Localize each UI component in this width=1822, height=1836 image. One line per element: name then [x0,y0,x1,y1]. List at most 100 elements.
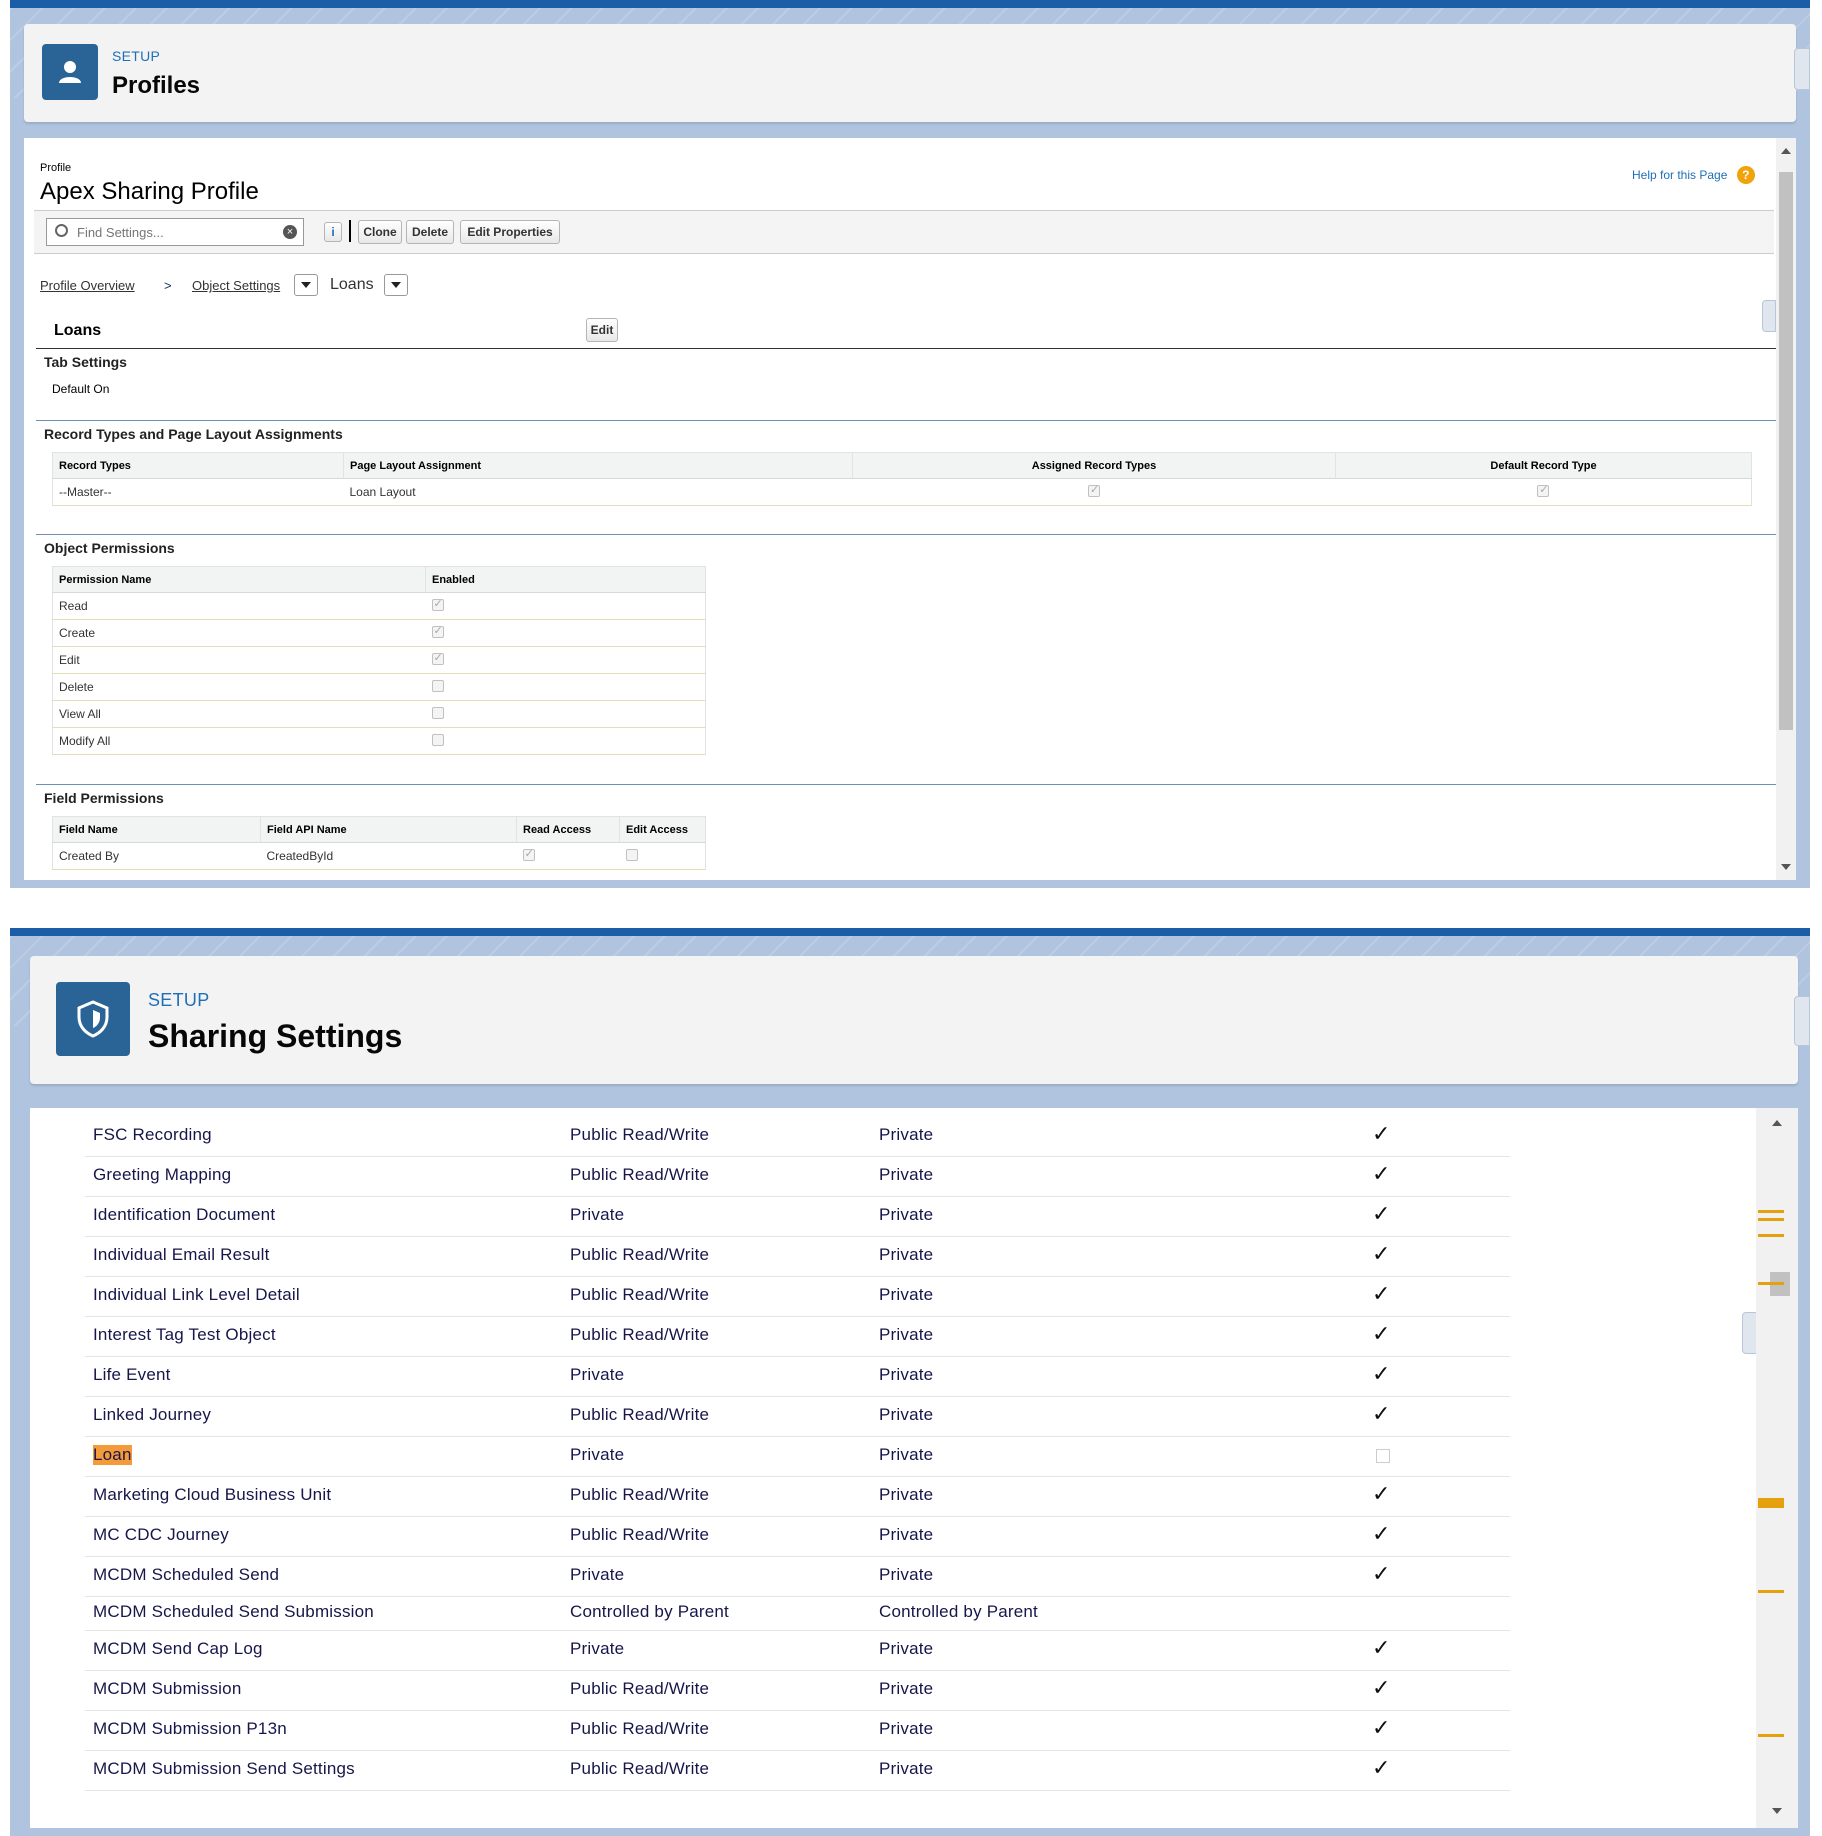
scroll-down-arrow[interactable] [1781,864,1791,870]
object-name[interactable]: FSC Recording [93,1125,212,1145]
loans-dropdown[interactable] [384,274,408,296]
checkmark-icon: ✓ [1372,1675,1391,1700]
search-box[interactable]: × [46,218,304,246]
table-row: --Master-- Loan Layout [52,478,1752,506]
enabled-cell [425,700,706,728]
default-external-access: Controlled by Parent [879,1602,1038,1621]
object-name[interactable]: Life Event [93,1365,171,1385]
table-row: MCDM Send Cap Log Private Private ✓ [85,1630,1510,1671]
default-internal-access: Public Read/Write [570,1719,710,1738]
object-name[interactable]: MC CDC Journey [93,1525,229,1545]
checkmark-icon: ✓ [1372,1755,1391,1780]
object-name[interactable]: MCDM Submission [93,1679,241,1699]
enabled-cell [425,619,706,647]
side-panel-tab[interactable] [1794,48,1810,90]
table-row: View All [52,700,706,728]
assigned-checkbox [1088,483,1100,497]
default-external-access: Private [879,1445,934,1464]
user-icon [42,44,98,100]
scroll-up-arrow[interactable] [1772,1120,1782,1126]
object-name[interactable]: MCDM Send Cap Log [93,1639,263,1659]
default-cell [1335,478,1752,506]
permission-name: Read [52,592,426,620]
page-title: Profiles [112,72,201,99]
table-row: MC CDC Journey Public Read/Write Private ✓ [85,1516,1510,1557]
default-internal-access: Public Read/Write [570,1165,710,1184]
object-name[interactable]: Linked Journey [93,1405,211,1425]
clear-icon[interactable]: × [283,225,297,239]
object-name[interactable]: Greeting Mapping [93,1165,231,1185]
object-settings-dropdown[interactable] [294,274,318,296]
delete-button[interactable]: Delete [406,220,454,244]
help-link[interactable]: Help for this Page ? [1632,166,1755,184]
permission-name: Create [52,619,426,647]
help-link-label[interactable]: Help for this Page [1632,168,1727,182]
search-match-marker [1758,1590,1784,1593]
default-internal-access: Private [570,1639,625,1658]
default-external-access: Private [879,1125,934,1144]
default-external-access: Private [879,1405,934,1424]
checkmark-icon: ✓ [1372,1715,1391,1740]
scroll-up-arrow[interactable] [1781,148,1791,154]
object-name[interactable]: Marketing Cloud Business Unit [93,1485,331,1505]
search-match-marker [1758,1218,1784,1221]
checkmark-icon: ✓ [1372,1361,1391,1386]
col-page-layout: Page Layout Assignment [343,452,853,479]
edit-button[interactable]: Edit [586,318,618,342]
table-row: MCDM Submission P13n Public Read/Write Pri… [85,1710,1510,1751]
profile-name: Apex Sharing Profile [40,178,259,205]
object-name[interactable]: Individual Email Result [93,1245,270,1265]
default-external-access: Private [879,1165,934,1184]
info-button[interactable]: i [324,222,342,242]
object-name[interactable]: MCDM Submission P13n [93,1719,287,1739]
side-panel-tab[interactable] [1794,996,1810,1046]
col-read-access: Read Access [516,816,620,843]
field-api-name: CreatedById [260,842,517,870]
object-name[interactable]: Individual Link Level Detail [93,1285,300,1305]
toolbar-divider [349,220,351,242]
clone-button[interactable]: Clone [358,220,402,244]
object-name[interactable]: MCDM Scheduled Send [93,1565,279,1585]
default-external-access: Private [879,1639,934,1658]
divider [36,348,1776,349]
scroll-thumb[interactable] [1779,172,1793,730]
col-default: Default Record Type [1335,452,1752,479]
search-match-marker [1758,1210,1784,1213]
checkmark-icon: ✓ [1372,1121,1391,1146]
page-title: Sharing Settings [148,1018,403,1054]
table-header: Permission Name Enabled [52,566,706,593]
object-name[interactable]: Identification Document [93,1205,275,1225]
scrollbar[interactable] [1776,138,1796,880]
object-settings-link[interactable]: Object Settings [192,278,280,293]
table-row: Individual Link Level Detail Public Read/… [85,1276,1510,1317]
permission-checkbox [431,679,444,692]
assigned-cell [852,478,1336,506]
checkmark-icon: ✓ [1372,1481,1391,1506]
default-external-access: Private [879,1205,934,1224]
table-row: Edit [52,646,706,674]
object-name[interactable]: MCDM Scheduled Send Submission [93,1602,374,1622]
table-row: MCDM Scheduled Send Submission Controlled… [85,1596,1510,1631]
tab-settings-title: Tab Settings [44,354,127,370]
help-icon[interactable]: ? [1736,166,1755,184]
help-panel-tab[interactable] [1762,300,1776,332]
col-field-name: Field Name [52,816,261,843]
page-layout-link[interactable]: Loan Layout [343,478,853,506]
table-row: Life Event Private Private ✓ [85,1356,1510,1397]
default-internal-access: Public Read/Write [570,1405,710,1424]
edit-properties-button[interactable]: Edit Properties [460,220,560,244]
default-internal-access: Public Read/Write [570,1679,710,1698]
default-external-access: Private [879,1759,934,1778]
object-name[interactable]: Loan [93,1445,132,1465]
divider [36,784,1776,785]
profile-overview-link[interactable]: Profile Overview [40,278,135,293]
default-internal-access: Public Read/Write [570,1285,710,1304]
search-input[interactable] [75,222,269,242]
setup-label: SETUP [148,990,210,1010]
object-name[interactable]: Interest Tag Test Object [93,1325,276,1345]
table-row: Read [52,592,706,620]
object-name[interactable]: MCDM Submission Send Settings [93,1759,355,1779]
scroll-down-arrow[interactable] [1772,1808,1782,1814]
col-enabled: Enabled [425,566,706,593]
scrollbar[interactable] [1756,1108,1798,1828]
